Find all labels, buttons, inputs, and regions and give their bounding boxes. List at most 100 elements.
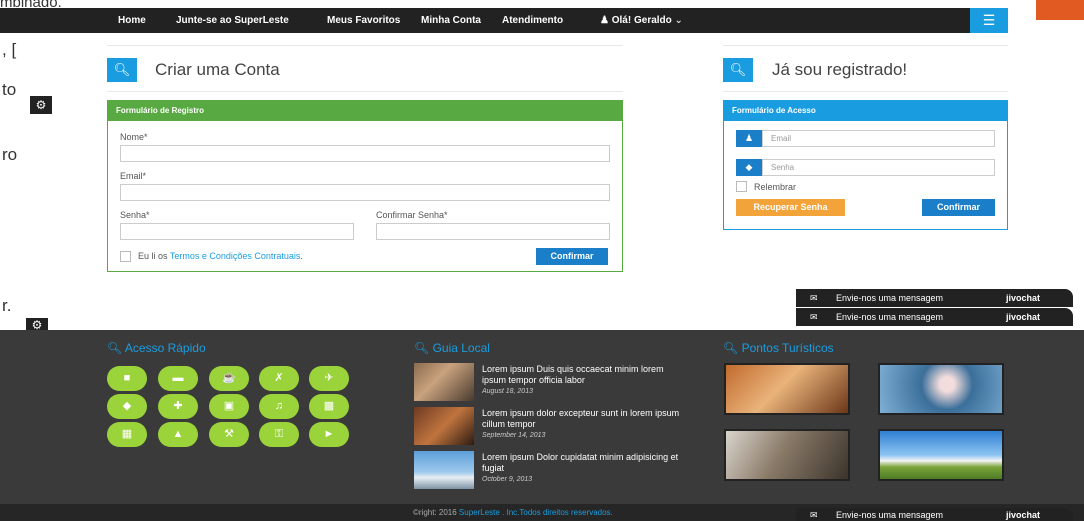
password-label: Senha* bbox=[120, 210, 150, 220]
taxi-icon[interactable]: ■ bbox=[107, 366, 147, 391]
chat-brand: jivochat bbox=[1006, 312, 1041, 322]
envelope-icon: ✉ bbox=[810, 312, 818, 322]
divider bbox=[107, 45, 623, 46]
envelope-icon: ✉ bbox=[810, 510, 818, 520]
search-icon: 🔍︎ bbox=[107, 58, 137, 82]
hamburger-icon: ☰ bbox=[982, 12, 996, 28]
nav-account[interactable]: Minha Conta bbox=[421, 8, 481, 33]
airplane-icon[interactable]: ✈ bbox=[309, 366, 349, 391]
divider bbox=[723, 45, 1008, 46]
ticket-icon[interactable]: ◆ bbox=[107, 394, 147, 419]
restaurant-icon[interactable]: ✗ bbox=[259, 366, 299, 391]
hotel-bed-icon[interactable]: ▬ bbox=[158, 366, 198, 391]
news-title[interactable]: Lorem ipsum dolor excepteur sunt in lore… bbox=[482, 408, 682, 430]
email-input[interactable] bbox=[120, 184, 610, 201]
register-form: Formulário de Registro Nome* Email* Senh… bbox=[107, 100, 623, 272]
copyright-prefix: ©right: 2016 bbox=[413, 508, 459, 517]
chat-message-label: Envie-nos uma mensagem bbox=[836, 293, 944, 303]
nav-home[interactable]: Home bbox=[118, 8, 146, 33]
chat-message-label: Envie-nos uma mensagem bbox=[836, 510, 944, 520]
recover-password-button[interactable]: Recuperar Senha bbox=[736, 199, 845, 216]
hamburger-menu-button[interactable]: ☰ bbox=[970, 8, 1008, 33]
chat-message-label: Envie-nos uma mensagem bbox=[836, 312, 944, 322]
background-text-fragment: r. bbox=[2, 296, 12, 315]
tourist-photo[interactable] bbox=[878, 429, 1004, 481]
briefcase-icon[interactable]: ▣ bbox=[209, 394, 249, 419]
nav-favorites[interactable]: Meus Favoritos bbox=[327, 8, 400, 33]
background-text-fragment: , [ bbox=[2, 40, 17, 59]
register-title: Criar uma Conta bbox=[155, 60, 280, 79]
film-icon[interactable]: ▩ bbox=[309, 394, 349, 419]
jivochat-widget[interactable]: ✉ Envie-nos uma mensagem jivochat bbox=[796, 289, 1073, 307]
corner-badge bbox=[1036, 0, 1084, 20]
tourist-heading: 🔍︎ Pontos Turísticos bbox=[723, 341, 834, 355]
jivochat-widget[interactable]: ✉ Envie-nos uma mensagem jivochat bbox=[796, 308, 1073, 326]
terms-link[interactable]: Termos e Condições Contratuais bbox=[170, 251, 301, 261]
wrench-icon[interactable]: ⚒ bbox=[209, 422, 249, 447]
key-icon[interactable]: ⚿ bbox=[259, 422, 299, 447]
coffee-icon[interactable]: ☕ bbox=[209, 366, 249, 391]
user-icon: ♟ bbox=[736, 130, 762, 147]
login-title: Já sou registrado! bbox=[772, 60, 908, 79]
local-guide-heading: 🔍︎ Guia Local bbox=[414, 341, 490, 355]
login-password-input[interactable]: Senha bbox=[762, 159, 995, 176]
chat-brand: jivochat bbox=[1006, 510, 1041, 520]
top-navigation: Home Junte-se ao SuperLeste Meus Favorit… bbox=[0, 8, 1008, 33]
news-thumbnail[interactable] bbox=[414, 407, 474, 445]
background-text-fragment: ro bbox=[2, 145, 18, 164]
search-icon: 🔍︎ bbox=[414, 341, 430, 355]
nav-join[interactable]: Junte-se ao SuperLeste bbox=[176, 8, 289, 33]
name-input[interactable] bbox=[120, 145, 610, 162]
search-icon: 🔍︎ bbox=[723, 58, 753, 82]
envelope-icon: ✉ bbox=[810, 293, 818, 303]
site-footer: 🔍︎ Acesso Rápido 🔍︎ Guia Local 🔍︎ Pontos… bbox=[0, 330, 1084, 504]
login-email-input[interactable]: Email bbox=[762, 130, 995, 147]
gear-icon[interactable]: ⚙ bbox=[30, 96, 52, 114]
login-form-header: Formulário de Acesso bbox=[724, 101, 1007, 121]
tourist-photo[interactable] bbox=[724, 363, 850, 415]
music-icon[interactable]: ♫ bbox=[259, 394, 299, 419]
nav-support[interactable]: Atendimento bbox=[502, 8, 563, 33]
quick-access-heading: 🔍︎ Acesso Rápido bbox=[107, 341, 206, 355]
terms-checkbox[interactable] bbox=[120, 251, 131, 262]
news-date: August 18, 2013 bbox=[482, 388, 533, 395]
ambulance-icon[interactable]: ✚ bbox=[158, 394, 198, 419]
confirm-password-input[interactable] bbox=[376, 223, 610, 240]
user-greeting: Olá! Geraldo bbox=[611, 15, 672, 26]
login-form: Formulário de Acesso ♟ Email ◆ Senha Rel… bbox=[723, 100, 1008, 230]
search-icon: 🔍︎ bbox=[723, 341, 739, 355]
search-icon: 🔍︎ bbox=[107, 341, 123, 355]
picture-icon[interactable]: ▦ bbox=[107, 422, 147, 447]
chevron-down-icon: ⌄ bbox=[674, 15, 683, 26]
local-guide-title: Guia Local bbox=[432, 341, 490, 355]
news-date: September 14, 2013 bbox=[482, 432, 546, 439]
bank-icon[interactable]: ▲ bbox=[158, 422, 198, 447]
nav-user-menu[interactable]: ♟ Olá! Geraldo ⌄ bbox=[600, 8, 683, 33]
terms-text: Eu li os bbox=[138, 251, 170, 261]
chat-brand: jivochat bbox=[1006, 293, 1041, 303]
remember-checkbox[interactable] bbox=[736, 181, 747, 192]
tourist-photo[interactable] bbox=[724, 429, 850, 481]
login-submit-button[interactable]: Confirmar bbox=[922, 199, 995, 216]
divider bbox=[107, 91, 623, 92]
jivochat-widget[interactable]: ✉ Envie-nos uma mensagem jivochat bbox=[796, 508, 1073, 521]
background-text-fragment: to bbox=[2, 80, 17, 99]
megaphone-icon[interactable]: ► bbox=[309, 422, 349, 447]
news-title[interactable]: Lorem ipsum Duis quis occaecat minim lor… bbox=[482, 364, 682, 386]
remember-label: Relembrar bbox=[754, 182, 797, 192]
user-icon: ♟ bbox=[600, 15, 609, 26]
news-thumbnail[interactable] bbox=[414, 363, 474, 401]
copyright-link[interactable]: SuperLeste . Inc.Todos direitos reservad… bbox=[459, 508, 613, 517]
password-input[interactable] bbox=[120, 223, 354, 240]
tourist-title: Pontos Turísticos bbox=[741, 341, 834, 355]
confirm-password-label: Confirmar Senha* bbox=[376, 210, 448, 220]
news-thumbnail[interactable] bbox=[414, 451, 474, 489]
news-title[interactable]: Lorem ipsum Dolor cupidatat minim adipis… bbox=[482, 452, 682, 474]
lock-icon: ◆ bbox=[736, 159, 762, 176]
register-submit-button[interactable]: Confirmar bbox=[536, 248, 608, 265]
name-label: Nome* bbox=[120, 132, 148, 142]
tourist-photo[interactable] bbox=[878, 363, 1004, 415]
copyright-text: ©right: 2016 SuperLeste . Inc.Todos dire… bbox=[413, 504, 613, 521]
terms-suffix: . bbox=[300, 251, 303, 261]
quick-access-title: Acesso Rápido bbox=[124, 341, 206, 355]
